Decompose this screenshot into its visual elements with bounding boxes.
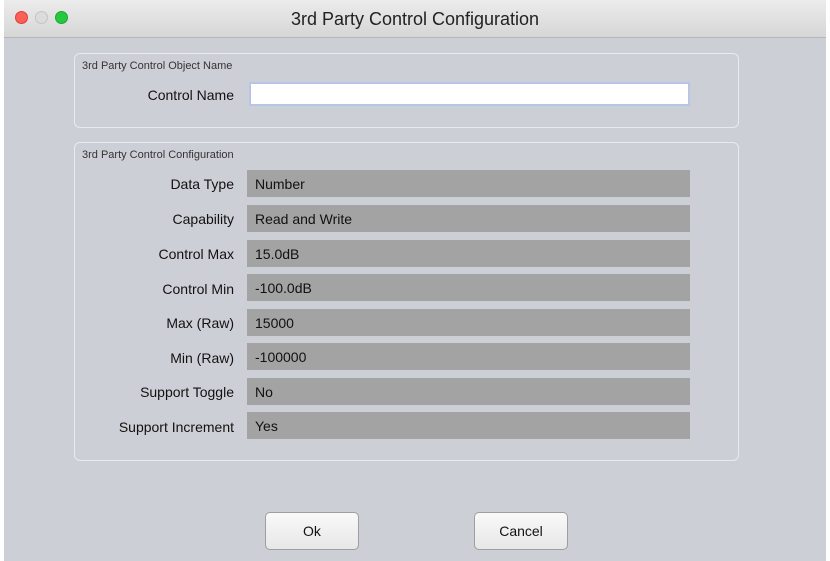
cancel-button[interactable]: Cancel bbox=[474, 512, 568, 550]
config-group-title: 3rd Party Control Configuration bbox=[82, 149, 234, 161]
object-name-group-title: 3rd Party Control Object Name bbox=[82, 60, 233, 72]
data-type-value: Number bbox=[247, 170, 690, 197]
support-toggle-label: Support Toggle bbox=[140, 384, 234, 400]
control-max-value: 15.0dB bbox=[247, 240, 690, 267]
capability-value: Read and Write bbox=[247, 205, 690, 232]
data-type-label: Data Type bbox=[170, 176, 234, 192]
ok-button[interactable]: Ok bbox=[265, 512, 359, 550]
control-name-label: Control Name bbox=[147, 87, 234, 103]
dialog-window: 3rd Party Control Configuration 3rd Part… bbox=[4, 0, 826, 561]
capability-label: Capability bbox=[172, 211, 234, 227]
support-increment-label: Support Increment bbox=[118, 419, 234, 435]
min-raw-value: -100000 bbox=[247, 343, 690, 370]
min-raw-label: Min (Raw) bbox=[170, 350, 234, 366]
control-name-input[interactable] bbox=[249, 82, 690, 106]
control-min-value: -100.0dB bbox=[247, 274, 690, 301]
max-raw-label: Max (Raw) bbox=[166, 315, 234, 331]
support-toggle-value: No bbox=[247, 378, 690, 405]
control-min-label: Control Min bbox=[162, 281, 234, 297]
title-bar: 3rd Party Control Configuration bbox=[4, 0, 826, 38]
window-title: 3rd Party Control Configuration bbox=[290, 9, 540, 29]
support-increment-value: Yes bbox=[247, 412, 690, 439]
max-raw-value: 15000 bbox=[247, 309, 690, 336]
control-max-label: Control Max bbox=[158, 246, 234, 262]
